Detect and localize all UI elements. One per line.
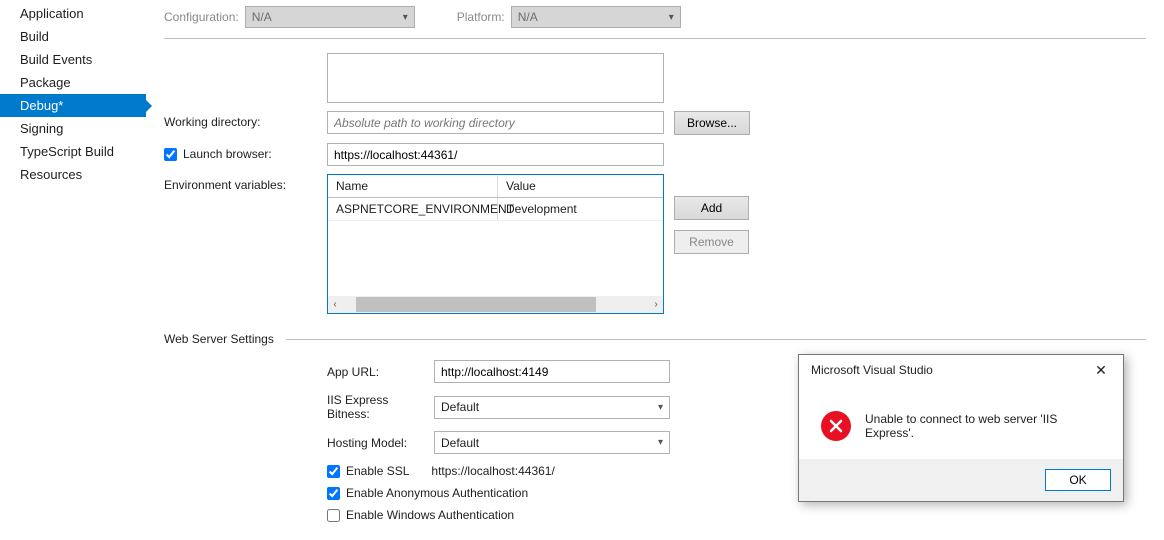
unnamed-textarea[interactable] [327,53,664,103]
error-dialog: Microsoft Visual Studio ✕ Unable to conn… [798,354,1124,502]
sidebar-item-debug[interactable]: Debug* [0,94,146,117]
sidebar-item-label: Build [20,29,49,44]
sidebar-item-label: Build Events [20,52,92,67]
chevron-down-icon: ▾ [658,437,663,448]
env-cell-value: Development [498,198,663,220]
sidebar-item-build-events[interactable]: Build Events [0,48,146,71]
divider [164,38,1146,39]
env-add-button[interactable]: Add [674,196,749,220]
dialog-close-button[interactable]: ✕ [1087,359,1115,381]
sidebar-item-resources[interactable]: Resources [0,163,146,186]
env-header-row: Name Value [328,175,663,198]
sidebar-item-label: TypeScript Build [20,144,114,159]
sidebar-item-application[interactable]: Application [0,2,146,25]
launch-browser-checkbox-wrap[interactable]: Launch browser: [164,147,327,161]
sidebar-item-package[interactable]: Package [0,71,146,94]
config-platform-bar: Configuration: N/A ▾ Platform: N/A ▾ [164,0,1146,38]
enable-anonymous-label: Enable Anonymous Authentication [346,486,528,500]
enable-windows-label: Enable Windows Authentication [346,508,514,522]
app-url-input[interactable] [434,360,670,383]
dialog-message: Unable to connect to web server 'IIS Exp… [865,412,1109,440]
enable-ssl-label: Enable SSL [346,464,409,478]
env-scrollbar[interactable]: ‹ › [328,296,663,313]
dialog-footer: OK [799,459,1123,501]
platform-value: N/A [518,10,538,24]
enable-ssl-checkbox[interactable] [327,465,340,478]
env-remove-button[interactable]: Remove [674,230,749,254]
chevron-down-icon: ▾ [669,12,674,23]
configuration-label: Configuration: [164,10,239,24]
iis-bitness-select[interactable]: Default ▾ [434,396,670,419]
env-vars-label: Environment variables: [164,174,327,192]
section-divider [286,339,1146,340]
ssl-url-text: https://localhost:44361/ [431,464,554,478]
sidebar-item-build[interactable]: Build [0,25,146,48]
sidebar-item-label: Resources [20,167,82,182]
sidebar-item-label: Debug* [20,98,63,113]
launch-browser-url-input[interactable] [327,143,664,166]
scroll-right-icon[interactable]: › [649,299,663,310]
env-body: ASPNETCORE_ENVIRONMENT Development [328,198,663,296]
sidebar-item-signing[interactable]: Signing [0,117,146,140]
platform-combo: N/A ▾ [511,6,681,28]
dialog-titlebar: Microsoft Visual Studio ✕ [799,355,1123,385]
platform-label: Platform: [457,10,505,24]
launch-browser-checkbox[interactable] [164,148,177,161]
browse-button[interactable]: Browse... [674,111,750,135]
enable-windows-checkbox-wrap[interactable]: Enable Windows Authentication [327,508,514,522]
sidebar-item-typescript-build[interactable]: TypeScript Build [0,140,146,163]
sidebar-item-label: Package [20,75,71,90]
close-icon: ✕ [1095,362,1107,379]
env-header-name: Name [328,175,498,197]
working-directory-input[interactable] [327,111,664,134]
error-icon [821,411,851,441]
env-cell-name: ASPNETCORE_ENVIRONMENT [328,198,498,220]
web-server-settings-header: Web Server Settings [164,332,274,346]
hosting-model-value: Default [441,436,479,450]
dialog-title-text: Microsoft Visual Studio [811,363,933,377]
chevron-down-icon: ▾ [403,12,408,23]
launch-browser-label: Launch browser: [183,147,272,161]
enable-anonymous-checkbox-wrap[interactable]: Enable Anonymous Authentication [327,486,528,500]
properties-sidebar: Application Build Build Events Package D… [0,0,146,186]
scroll-thumb[interactable] [356,297,596,312]
configuration-value: N/A [252,10,272,24]
hosting-model-label: Hosting Model: [327,436,434,450]
scroll-left-icon[interactable]: ‹ [328,299,342,310]
iis-bitness-value: Default [441,400,479,414]
env-vars-table[interactable]: Name Value ASPNETCORE_ENVIRONMENT Develo… [327,174,664,314]
iis-bitness-label: IIS Express Bitness: [327,393,434,421]
dialog-ok-button[interactable]: OK [1045,469,1111,491]
chevron-down-icon: ▾ [658,402,663,413]
enable-windows-checkbox[interactable] [327,509,340,522]
env-row[interactable]: ASPNETCORE_ENVIRONMENT Development [328,198,663,221]
env-header-value: Value [498,175,663,197]
enable-anonymous-checkbox[interactable] [327,487,340,500]
sidebar-item-label: Signing [20,121,63,136]
hosting-model-select[interactable]: Default ▾ [434,431,670,454]
app-url-label: App URL: [327,365,434,379]
configuration-combo: N/A ▾ [245,6,415,28]
working-directory-label: Working directory: [164,111,327,129]
enable-ssl-checkbox-wrap[interactable]: Enable SSL [327,464,409,478]
sidebar-item-label: Application [20,6,84,21]
